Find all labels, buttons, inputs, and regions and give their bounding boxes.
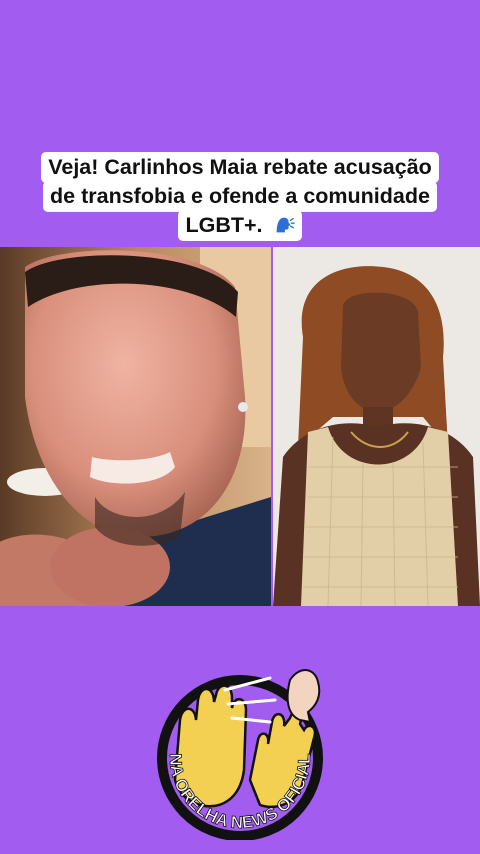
right-photo-woman	[273, 247, 480, 606]
na-orelha-news-logo: NA ORELHA NEWS OFICIAL	[157, 669, 323, 840]
woman-portrait-photo	[273, 247, 480, 606]
speaking-head-emoji-icon	[276, 217, 295, 233]
headline-caption: Veja! Carlinhos Maia rebate acusação de …	[0, 152, 480, 241]
caption-line-1: Veja! Carlinhos Maia rebate acusação	[41, 152, 439, 183]
photo-collage	[0, 247, 480, 606]
caption-line-3: LGBT+.	[178, 210, 302, 241]
caption-line-3-text: LGBT+.	[185, 213, 263, 237]
man-speaking-photo	[0, 247, 271, 606]
caption-line-2: de transfobia e ofende a comunidade	[43, 181, 437, 212]
left-photo-man	[0, 247, 271, 606]
